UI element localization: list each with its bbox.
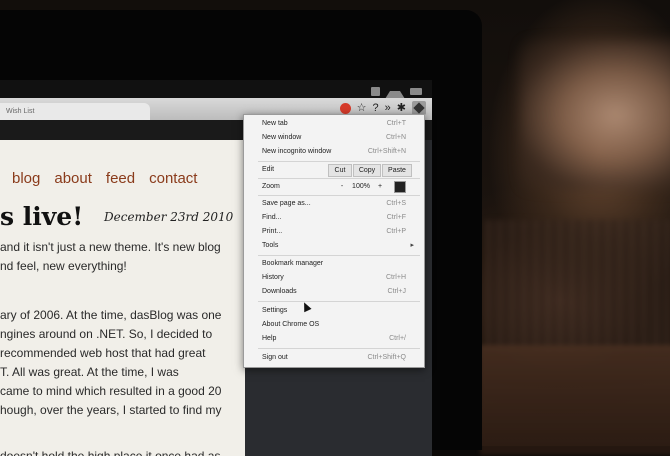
menu-label: Help bbox=[262, 335, 277, 342]
shortcut: Ctrl+J bbox=[387, 288, 406, 295]
menu-separator bbox=[258, 301, 420, 302]
menu-edit-row: Edit Cut Copy Paste bbox=[262, 164, 418, 177]
menu-label: History bbox=[262, 274, 284, 281]
blog-nav: blog about feed contact bbox=[0, 170, 245, 187]
chevron-right-icon: ▸ bbox=[410, 242, 414, 249]
status-icon bbox=[371, 86, 380, 96]
zoom-level: 100% bbox=[352, 183, 370, 190]
shortcut: Ctrl+Shift+Q bbox=[367, 354, 406, 361]
nav-contact[interactable]: contact bbox=[149, 170, 197, 187]
menu-label: Print... bbox=[262, 228, 283, 235]
shortcut: Ctrl+N bbox=[385, 134, 406, 141]
menu-print[interactable]: Print... Ctrl+P bbox=[262, 226, 418, 238]
copy-button[interactable]: Copy bbox=[353, 164, 381, 177]
paste-button[interactable]: Paste bbox=[382, 164, 412, 177]
menu-separator bbox=[258, 195, 420, 196]
text-line: recommended web host that had great bbox=[0, 346, 206, 360]
text-line: nd feel, new everything! bbox=[0, 259, 127, 273]
battery-icon bbox=[410, 87, 422, 95]
zoom-in-button[interactable]: + bbox=[374, 181, 386, 192]
nav-feed[interactable]: feed bbox=[106, 170, 135, 187]
laptop-bezel: Wish List ☆ ? » ✱ blog about feed contac… bbox=[0, 10, 482, 456]
menu-new-incognito[interactable]: New incognito window Ctrl+Shift+N bbox=[262, 146, 418, 158]
menu-label: About Chrome OS bbox=[262, 321, 320, 328]
puzzle-icon[interactable]: ✱ bbox=[397, 101, 406, 115]
basket bbox=[485, 220, 670, 350]
menu-find[interactable]: Find... Ctrl+F bbox=[262, 212, 418, 224]
browser-tab[interactable]: Wish List bbox=[0, 103, 150, 120]
fullscreen-icon[interactable] bbox=[394, 181, 406, 193]
shortcut: Ctrl+S bbox=[386, 200, 406, 207]
wrench-icon[interactable] bbox=[412, 101, 426, 115]
cut-button[interactable]: Cut bbox=[328, 164, 352, 177]
shortcut: Ctrl+T bbox=[386, 120, 406, 127]
menu-about[interactable]: About Chrome OS bbox=[262, 319, 418, 331]
post-date: December 23rd 2010 bbox=[104, 210, 234, 224]
menu-label: Downloads bbox=[262, 288, 297, 295]
menu-save-page[interactable]: Save page as... Ctrl+S bbox=[262, 198, 418, 210]
menu-label: Find... bbox=[262, 214, 282, 221]
menu-bookmark-manager[interactable]: Bookmark manager bbox=[262, 258, 418, 270]
text-line: T. All was great. At the time, I was bbox=[0, 365, 179, 379]
menu-new-window[interactable]: New window Ctrl+N bbox=[262, 132, 418, 144]
text-line: and it isn't just a new theme. It's new … bbox=[0, 240, 221, 254]
menu-label: Sign out bbox=[262, 354, 288, 361]
table bbox=[480, 345, 670, 455]
menu-new-tab[interactable]: New tab Ctrl+T bbox=[262, 118, 418, 130]
shortcut: Ctrl+H bbox=[385, 274, 406, 281]
menu-separator bbox=[258, 161, 420, 162]
question-icon[interactable]: ? bbox=[373, 101, 379, 115]
post-title: s live! bbox=[0, 202, 84, 231]
menu-label: Tools bbox=[262, 242, 279, 249]
chevron-right-icon[interactable]: » bbox=[385, 101, 391, 115]
menu-history[interactable]: History Ctrl+H bbox=[262, 272, 418, 284]
shortcut: Ctrl+F bbox=[386, 214, 406, 221]
menu-help[interactable]: Help Ctrl+/ bbox=[262, 333, 418, 345]
lamp bbox=[520, 40, 670, 190]
post-paragraph-2: ary of 2006. At the time, dasBlog was on… bbox=[0, 306, 245, 420]
post-paragraph-3: doesn't hold the high place it once had … bbox=[0, 449, 221, 456]
chrome-menu: New tab Ctrl+T New window Ctrl+N New inc… bbox=[243, 114, 425, 368]
stop-icon[interactable] bbox=[339, 102, 351, 114]
wifi-icon bbox=[385, 83, 405, 99]
shortcut: Ctrl+P bbox=[386, 228, 406, 235]
menu-label: Bookmark manager bbox=[262, 260, 324, 267]
menu-separator bbox=[258, 255, 420, 256]
menu-zoom-row: Zoom - 100% + bbox=[262, 181, 418, 193]
nav-about[interactable]: about bbox=[54, 170, 92, 187]
text-line: came to mind which resulted in a good 20 bbox=[0, 384, 222, 398]
menu-label: Edit bbox=[262, 166, 275, 173]
nav-blog[interactable]: blog bbox=[12, 170, 40, 187]
menu-separator bbox=[258, 178, 420, 179]
os-status-bar bbox=[0, 80, 432, 99]
menu-settings[interactable]: Settings bbox=[262, 305, 418, 317]
zoom-out-button[interactable]: - bbox=[336, 181, 348, 192]
star-icon[interactable]: ☆ bbox=[357, 101, 367, 115]
text-line: hough, over the years, I started to find… bbox=[0, 403, 222, 417]
text-line: ary of 2006. At the time, dasBlog was on… bbox=[0, 308, 222, 322]
shortcut: Ctrl+/ bbox=[389, 335, 406, 342]
shortcut: Ctrl+Shift+N bbox=[367, 148, 406, 155]
menu-label: New window bbox=[262, 134, 302, 141]
menu-sign-out[interactable]: Sign out Ctrl+Shift+Q bbox=[262, 352, 418, 364]
menu-tools[interactable]: Tools ▸ bbox=[262, 240, 418, 252]
text-line: ngines around on .NET. So, I decided to bbox=[0, 327, 213, 341]
menu-separator bbox=[258, 348, 420, 349]
menu-label: New tab bbox=[262, 120, 288, 127]
menu-downloads[interactable]: Downloads Ctrl+J bbox=[262, 286, 418, 298]
menu-label: Zoom bbox=[262, 183, 280, 190]
blog-page: blog about feed contact s live! December… bbox=[0, 140, 245, 456]
menu-label: Save page as... bbox=[262, 200, 311, 207]
menu-label: Settings bbox=[262, 307, 288, 314]
post-paragraph-1: and it isn't just a new theme. It's new … bbox=[0, 238, 245, 276]
menu-label: New incognito window bbox=[262, 148, 332, 155]
